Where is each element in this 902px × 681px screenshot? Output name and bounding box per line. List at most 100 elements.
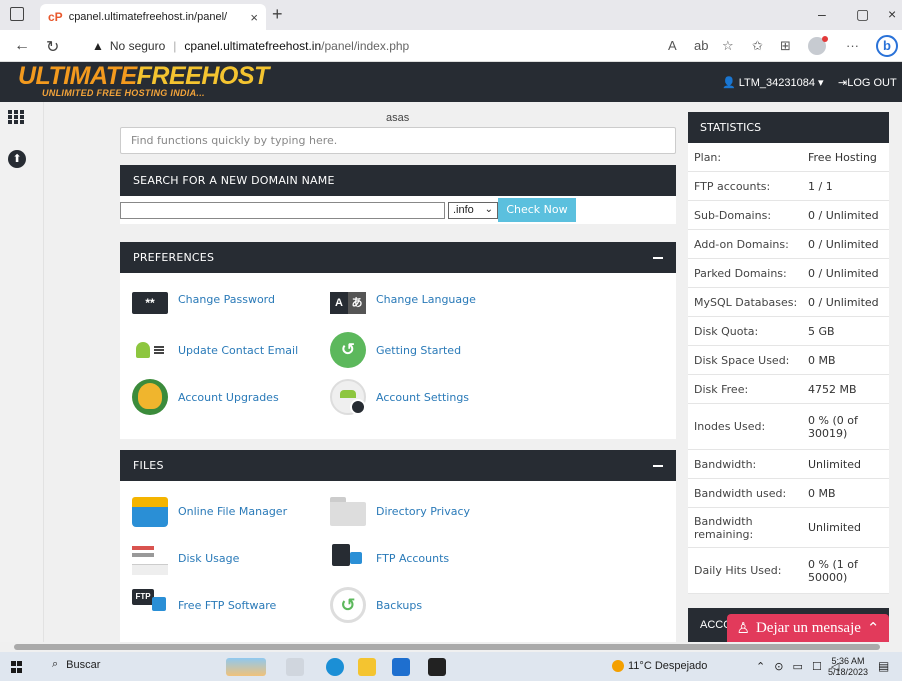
url-separator: |: [173, 39, 177, 53]
stat-row: Plan: Free Hosting: [688, 143, 889, 172]
chat-label: Dejar un mensaje: [755, 619, 861, 636]
favorites-bar-icon[interactable]: ✩: [752, 38, 763, 54]
disk-usage-icon: [132, 540, 168, 576]
browser-tab[interactable]: cP cpanel.ultimatefreehost.in/panel/ ×: [40, 4, 266, 30]
windows-start-icon[interactable]: [11, 661, 23, 673]
stat-row: Inodes Used: 0 % (0 of 30019): [688, 404, 889, 450]
stat-row: Bandwidth: Unlimited: [688, 450, 889, 479]
file-explorer-icon[interactable]: [358, 658, 376, 676]
clock[interactable]: 5:36 AM 5/18/2023: [828, 656, 868, 678]
not-secure-label: No seguro: [109, 39, 166, 53]
account-settings-icon: [330, 379, 366, 415]
url-field[interactable]: ▲ No seguro | cpanel.ultimatefreehost.in…: [92, 35, 644, 57]
mail-icon[interactable]: [392, 658, 410, 676]
scrollbar-thumb[interactable]: [14, 644, 880, 650]
stat-row: FTP accounts: 1 / 1: [688, 172, 889, 201]
change-language-link[interactable]: Aあ Change Language: [330, 285, 476, 314]
chat-message-button[interactable]: ♙ Dejar un mensaje ⌃: [727, 614, 889, 642]
stat-row: Bandwidth used: 0 MB: [688, 479, 889, 508]
stat-row: Bandwidth remaining: Unlimited: [688, 508, 889, 548]
free-ftp-icon: [132, 587, 168, 623]
stat-row: Disk Quota: 5 GB: [688, 317, 889, 346]
close-window-icon[interactable]: ×: [888, 6, 896, 22]
stat-row: MySQL Databases: 0 / Unlimited: [688, 288, 889, 317]
refresh-icon[interactable]: ↻: [46, 37, 59, 57]
statistics-panel: STATISTICS Plan: Free Hosting FTP account…: [686, 102, 902, 642]
favorite-icon[interactable]: ☆: [722, 38, 734, 54]
free-ftp-link[interactable]: Free FTP Software: [132, 587, 276, 623]
ftp-accounts-icon: [330, 540, 366, 576]
windows-taskbar: ⌕ Buscar 11°C Despejado ⌃ ⊙ ▭ ☐ ◁ 5:36 AM…: [0, 652, 902, 681]
cpanel-favicon-icon: cP: [48, 10, 63, 24]
edge-icon[interactable]: [326, 658, 344, 676]
bing-icon[interactable]: b: [876, 35, 898, 57]
collapse-icon[interactable]: [653, 464, 663, 467]
stat-row: Parked Domains: 0 / Unlimited: [688, 259, 889, 288]
warning-icon: ▲: [92, 39, 104, 53]
terminal-icon[interactable]: [428, 658, 446, 676]
user-menu[interactable]: 👤 LTM_34231084 ▾: [722, 76, 824, 89]
domain-input[interactable]: [120, 202, 445, 219]
file-manager-icon: [132, 493, 168, 529]
more-icon[interactable]: ···: [846, 38, 859, 53]
taskbar-search[interactable]: ⌕ Buscar: [52, 658, 100, 671]
address-bar-row: ← ↻ ▲ No seguro | cpanel.ultimatefreehos…: [0, 30, 902, 62]
back-icon[interactable]: ←: [14, 37, 30, 55]
disk-usage-link[interactable]: Disk Usage: [132, 540, 239, 576]
statistics-header: STATISTICS: [688, 112, 889, 143]
stat-row: Sub-Domains: 0 / Unlimited: [688, 201, 889, 230]
update-contact-email-link[interactable]: Update Contact Email: [132, 332, 298, 368]
notification-icon[interactable]: ▤: [878, 659, 889, 673]
new-tab-icon[interactable]: +: [272, 4, 283, 25]
minimize-icon[interactable]: –: [818, 6, 826, 22]
site-logo[interactable]: ULTIMATEFREEHOST UNLIMITED FREE HOSTING …: [18, 62, 269, 99]
tab-actions-icon[interactable]: [10, 7, 24, 21]
stat-row: Add-on Domains: 0 / Unlimited: [688, 230, 889, 259]
close-tab-icon[interactable]: ×: [250, 10, 258, 25]
translate-icon[interactable]: ab: [694, 38, 708, 53]
tab-title: cpanel.ultimatefreehost.in/panel/: [68, 11, 228, 23]
widget-icon[interactable]: [226, 658, 266, 676]
directory-privacy-link[interactable]: Directory Privacy: [330, 493, 470, 529]
backups-link[interactable]: ↺ Backups: [330, 587, 422, 623]
weather-sun-icon: [612, 660, 624, 672]
user-outline-icon: ♙: [736, 620, 750, 637]
files-header[interactable]: FILES: [120, 450, 676, 481]
chevron-up-icon: ⌃: [866, 620, 880, 637]
domain-search-header: SEARCH FOR A NEW DOMAIN NAME: [120, 165, 676, 196]
read-aloud-icon[interactable]: A: [668, 38, 677, 53]
change-password-link[interactable]: ** Change Password: [132, 285, 275, 314]
horizontal-scrollbar[interactable]: [0, 642, 902, 652]
files-panel: FILES Online File Manager Directory Priv…: [120, 450, 676, 642]
account-upgrades-icon: [132, 379, 168, 415]
quick-search-input[interactable]: Find functions quickly by typing here.: [120, 127, 676, 154]
upload-icon[interactable]: ⬆: [8, 150, 26, 168]
contact-email-icon: [132, 332, 168, 368]
chevron-down-icon: ⌄: [484, 204, 493, 215]
restore-icon[interactable]: ▢: [856, 6, 869, 23]
stat-row: Daily Hits Used: 0 % (1 of 50000): [688, 548, 889, 594]
check-now-button[interactable]: Check Now: [498, 198, 576, 222]
task-view-icon[interactable]: [286, 658, 304, 676]
stat-row: Disk Space Used: 0 MB: [688, 346, 889, 375]
account-upgrades-link[interactable]: Account Upgrades: [132, 379, 279, 415]
collections-icon[interactable]: ⊞: [780, 38, 791, 54]
getting-started-link[interactable]: ↺ Getting Started: [330, 332, 461, 368]
site-header: ULTIMATEFREEHOST UNLIMITED FREE HOSTING …: [0, 62, 902, 102]
account-settings-link[interactable]: Account Settings: [330, 379, 469, 415]
collapse-icon[interactable]: [653, 256, 663, 259]
url-path: /panel/index.php: [321, 39, 410, 53]
main-content: asas Find functions quickly by typing he…: [44, 102, 686, 642]
weather-widget[interactable]: 11°C Despejado: [612, 660, 707, 672]
logout-link[interactable]: ⇥LOG OUT: [838, 76, 897, 89]
file-manager-link[interactable]: Online File Manager: [132, 493, 287, 529]
logo-word-1: ULTIMATE: [18, 62, 137, 90]
username: LTM_34231084: [738, 77, 815, 89]
apps-grid-icon[interactable]: [8, 110, 24, 124]
preferences-panel: PREFERENCES ** Change Password Aあ Change…: [120, 242, 676, 439]
ftp-accounts-link[interactable]: FTP Accounts: [330, 540, 449, 576]
tld-select[interactable]: .info ⌄: [448, 202, 498, 219]
preferences-header[interactable]: PREFERENCES: [120, 242, 676, 273]
profile-icon[interactable]: [808, 36, 828, 55]
logout-icon: ⇥: [838, 77, 848, 89]
